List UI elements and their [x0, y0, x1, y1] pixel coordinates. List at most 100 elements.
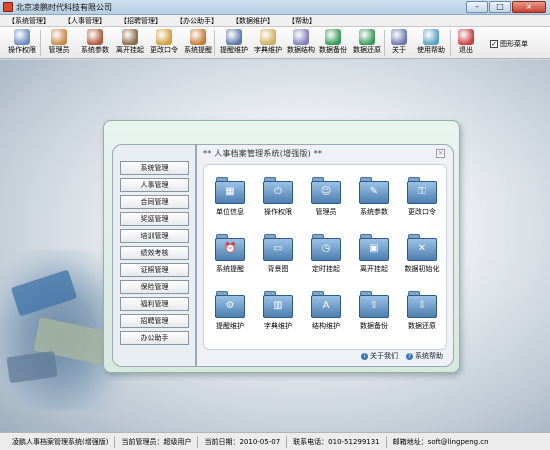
function-item[interactable]: ⇧ 数据备份 [350, 291, 398, 338]
function-label: 提醒维护 [216, 322, 244, 330]
folder-emblem: ▦ [225, 186, 235, 197]
status-bar: 凌鹏人事档案管理系统(增强版) 当前管理员：超级用户 当前日期：2010-05-07… [0, 432, 550, 450]
function-area: ▦ 单位信息 ⏻ 操作权限 ☺ 管理员 ✎ 系统参数 ⚿ 更改口令 ⏰ 系统提醒 ▭ 背景图 ◷ 定时挂起 ▣ 离… [203, 164, 447, 350]
menu-recruitment[interactable]: 【招聘管理】 [112, 15, 168, 26]
password-key-icon: ⚿ [407, 177, 437, 204]
toolbar-button-label: 退出 [459, 46, 473, 54]
status-cell-1: 凌鹏人事档案管理系统(增强版) [6, 435, 116, 448]
function-item[interactable]: ☺ 管理员 [302, 177, 350, 224]
nav-item-4[interactable]: 奖惩管理 [120, 212, 189, 226]
toolbar-button-12[interactable]: 关于 [388, 28, 410, 58]
toolbar-button-13[interactable]: 使用帮助 [414, 28, 448, 58]
maximize-button[interactable]: □ [489, 1, 511, 13]
function-item[interactable]: ▦ 单位信息 [206, 177, 254, 224]
toolbar-button-label: 数据结构 [287, 46, 315, 54]
module-content: ** 人事档案管理系统(增强版) ** × ▦ 单位信息 ⏻ 操作权限 ☺ 管理员 ✎ 系统参… [196, 144, 454, 367]
nav-item-3[interactable]: 合同管理 [120, 195, 189, 209]
folder-emblem: ⚙ [225, 300, 235, 311]
main-panel: 系统管理人事管理合同管理奖惩管理培训管理绩效考核证照管理保险管理福利管理招聘管理… [103, 120, 460, 373]
checkbox-box[interactable]: ✓ [490, 40, 498, 48]
menu-help[interactable]: 【帮助】 [280, 15, 322, 26]
function-label: 单位信息 [216, 208, 244, 216]
toolbar-button-label: 数据备份 [319, 46, 347, 54]
menu-office[interactable]: 【办公助手】 [168, 15, 224, 26]
function-item[interactable]: A 结构维护 [302, 291, 350, 338]
parameters-icon: ✎ [359, 177, 389, 204]
folder-emblem: ▭ [273, 243, 283, 254]
function-item[interactable]: ▥ 字典维护 [254, 291, 302, 338]
toolbar-separator [214, 30, 215, 56]
menu-data[interactable]: 【数据维护】 [224, 15, 280, 26]
arrow-up-icon: ⇧ [359, 291, 389, 318]
folder-emblem: ◷ [321, 243, 331, 254]
function-item[interactable]: ⏻ 操作权限 [254, 177, 302, 224]
menu-personnel[interactable]: 【人事管理】 [56, 15, 112, 26]
status-cell-2: 当前管理员：超级用户 [115, 435, 199, 448]
folder-emblem: ⚿ [418, 186, 426, 197]
toolbar-button-6[interactable]: 系统提醒 [180, 28, 216, 58]
menu-system[interactable]: 【系统管理】 [0, 15, 56, 26]
window-controls: – □ × [466, 1, 546, 13]
function-item[interactable]: ▣ 离开挂起 [350, 234, 398, 281]
password-icon [156, 29, 172, 45]
function-item[interactable]: ⚿ 更改口令 [398, 177, 446, 224]
toolbar-button-label: 系统参数 [81, 46, 109, 54]
toolbar-button-11[interactable]: 数据还原 [350, 28, 384, 58]
help-icon: ? [406, 352, 413, 360]
toolbar-button-7[interactable]: 提醒维护 [218, 28, 250, 58]
toolbar-button-14[interactable]: 退出 [455, 28, 477, 58]
folder-emblem: ⇧ [369, 300, 379, 311]
function-label: 数据还原 [408, 322, 436, 330]
function-item[interactable]: ⇩ 数据还原 [398, 291, 446, 338]
nav-item-2[interactable]: 人事管理 [120, 178, 189, 192]
footer-links: i 关于我们 ? 系统帮助 [361, 351, 443, 361]
close-button[interactable]: × [512, 1, 546, 13]
close-icon[interactable]: × [436, 149, 445, 158]
function-label: 背景图 [267, 265, 289, 273]
lock-icon: ▣ [359, 234, 389, 261]
function-item[interactable]: ✕ 数据初始化 [398, 234, 446, 281]
nav-item-8[interactable]: 保险管理 [120, 280, 189, 294]
minimize-button[interactable]: – [466, 1, 488, 13]
toolbar-button-9[interactable]: 数据结构 [286, 28, 316, 58]
nav-item-6[interactable]: 绩效考核 [120, 246, 189, 260]
menu-bar: 【系统管理】 【人事管理】 【招聘管理】 【办公助手】 【数据维护】 【帮助】 [0, 15, 550, 27]
folder-emblem: A [322, 300, 330, 311]
data-init-icon: ✕ [407, 234, 437, 261]
module-nav: 系统管理人事管理合同管理奖惩管理培训管理绩效考核证照管理保险管理福利管理招聘管理… [112, 144, 196, 367]
nav-item-9[interactable]: 福利管理 [120, 297, 189, 311]
data-structure-icon [293, 29, 309, 45]
info-icon: i [361, 352, 368, 360]
help-icon [423, 29, 439, 45]
toolbar-button-5[interactable]: 更改口令 [148, 28, 180, 58]
nav-item-5[interactable]: 培训管理 [120, 229, 189, 243]
toolbar-button-8[interactable]: 字典维护 [252, 28, 284, 58]
function-item[interactable]: ◷ 定时挂起 [302, 234, 350, 281]
nav-item-10[interactable]: 招聘管理 [120, 314, 189, 328]
system-help-link[interactable]: ? 系统帮助 [406, 351, 443, 361]
nav-item-1[interactable]: 系统管理 [120, 161, 189, 175]
folder-emblem: ☺ [320, 186, 332, 197]
dictionary-icon [260, 29, 276, 45]
arrow-down-icon: ⇩ [407, 291, 437, 318]
toolbar-button-3[interactable]: 系统参数 [78, 28, 112, 58]
toolbar-button-1[interactable]: 操作权限 [4, 28, 40, 58]
function-item[interactable]: ⏰ 系统提醒 [206, 234, 254, 281]
nav-item-7[interactable]: 证照管理 [120, 263, 189, 277]
graphic-menu-checkbox[interactable]: ✓ 图形菜单 [490, 39, 528, 49]
nav-item-11[interactable]: 办公助手 [120, 331, 189, 345]
toolbar-button-10[interactable]: 数据备份 [318, 28, 348, 58]
toolbar-separator [384, 30, 385, 56]
folder-emblem: ⇩ [417, 300, 427, 311]
status-cell-4: 联系电话：010-51299131 [287, 435, 387, 448]
function-item[interactable]: ▭ 背景图 [254, 234, 302, 281]
about-us-link[interactable]: i 关于我们 [361, 351, 398, 361]
function-item[interactable]: ✎ 系统参数 [350, 177, 398, 224]
toolbar-button-4[interactable]: 离开挂起 [114, 28, 146, 58]
people-leave-icon [122, 29, 138, 45]
folder-emblem: ✕ [417, 243, 427, 254]
toolbar: ✓ 图形菜单 操作权限 管理员 系统参数 离开挂起 更改口令 系统提醒 提醒维护 字典维护 数据… [0, 27, 550, 59]
toolbar-button-2[interactable]: 管理员 [44, 28, 74, 58]
folder-emblem: ▣ [369, 243, 379, 254]
function-item[interactable]: ⚙ 提醒维护 [206, 291, 254, 338]
